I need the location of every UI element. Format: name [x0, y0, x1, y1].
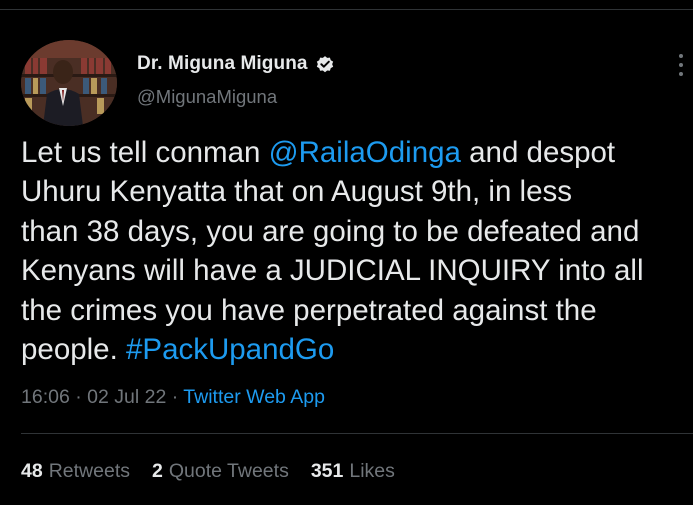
avatar[interactable]: [21, 40, 117, 126]
tweet-text-segment: Kenyans will have a JUDICIAL INQUIRY int…: [21, 254, 644, 288]
tweet-text-segment: Uhuru Kenyatta that on August 9th, in le…: [21, 175, 573, 209]
mention-link[interactable]: @RailaOdinga: [269, 136, 461, 169]
tweet-meta: 16:06 · 02 Jul 22 · Twitter Web App: [21, 386, 325, 409]
tweet-text-segment: Let us tell conman: [21, 136, 269, 169]
tweet-text-segment: and despot: [460, 136, 616, 169]
quote-tweets-count: 2: [152, 460, 163, 482]
avatar-photo: [21, 40, 117, 126]
quote-tweets-label: Quote Tweets: [168, 460, 289, 482]
more-options-icon[interactable]: [674, 50, 688, 80]
tweet-text-segment: people.: [21, 333, 126, 367]
author-display-name[interactable]: Dr. Miguna Miguna: [137, 53, 308, 75]
tweet-line: than 38 days, you are going to be defeat…: [21, 212, 693, 251]
tweet-date[interactable]: 02 Jul 22: [87, 386, 166, 408]
retweets-count: 48: [21, 460, 43, 482]
top-divider: [0, 9, 693, 10]
quote-tweets-stat[interactable]: 2 Quote Tweets: [152, 460, 289, 483]
author-name-row[interactable]: Dr. Miguna Miguna: [137, 52, 335, 76]
tweet-line: people. #PackUpandGo: [21, 330, 693, 369]
tweet-text-segment: than 38 days, you are going to be defeat…: [21, 214, 640, 248]
tweet-line: the crimes you have perpetrated against …: [21, 291, 693, 330]
tweet-time[interactable]: 16:06: [21, 386, 70, 408]
tweet-text: Let us tell conman @RailaOdinga and desp…: [21, 133, 693, 369]
tweet-line: Kenyans will have a JUDICIAL INQUIRY int…: [21, 251, 693, 290]
retweets-label: Retweets: [48, 460, 130, 482]
tweet-source-link[interactable]: Twitter Web App: [183, 386, 325, 408]
engagement-stats: 48 Retweets 2 Quote Tweets 351 Likes: [21, 460, 417, 483]
tweet-text-segment: the crimes you have perpetrated against …: [21, 293, 597, 327]
retweets-stat[interactable]: 48 Retweets: [21, 460, 130, 483]
hashtag-link[interactable]: #PackUpandGo: [126, 333, 334, 366]
likes-label: Likes: [349, 460, 395, 482]
meta-separator: ·: [69, 386, 88, 408]
likes-stat[interactable]: 351 Likes: [311, 460, 395, 483]
verified-badge-icon: [315, 54, 335, 74]
tweet-line: Uhuru Kenyatta that on August 9th, in le…: [21, 172, 693, 211]
tweet-line: Let us tell conman @RailaOdinga and desp…: [21, 133, 693, 172]
author-handle[interactable]: @MigunaMiguna: [137, 86, 277, 108]
likes-count: 351: [310, 460, 344, 482]
stats-divider: [21, 433, 693, 434]
meta-separator: ·: [166, 386, 184, 408]
